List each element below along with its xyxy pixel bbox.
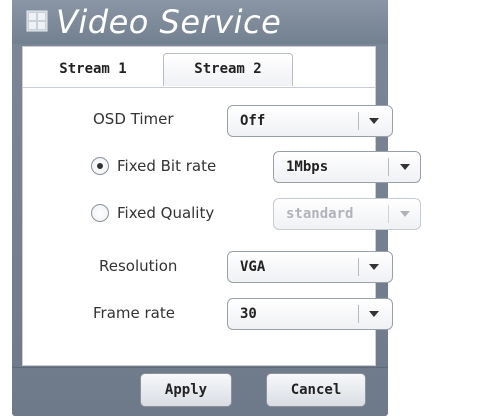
- dialog-title: Video Service: [56, 3, 282, 41]
- chevron-down-icon: [369, 311, 379, 317]
- cancel-button[interactable]: Cancel: [266, 373, 366, 407]
- resolution-select[interactable]: VGA: [227, 251, 393, 283]
- chevron-down-icon: [400, 211, 410, 217]
- dialog-content: Stream 1 Stream 2 OSD Timer Off Fixed Bi…: [22, 46, 421, 366]
- resolution-label: Resolution: [99, 257, 178, 275]
- osd-timer-label: OSD Timer: [93, 110, 174, 128]
- chevron-down-icon: [400, 164, 410, 170]
- grid-icon: [26, 10, 48, 32]
- frame-rate-select[interactable]: 30: [227, 298, 393, 330]
- chevron-down-icon: [369, 118, 379, 124]
- chevron-down-icon: [369, 264, 379, 270]
- resolution-value: VGA: [240, 259, 266, 275]
- footer-divider: [12, 367, 388, 368]
- fixed-bit-rate-label: Fixed Bit rate: [117, 157, 217, 175]
- fixed-quality-radio[interactable]: [91, 204, 109, 222]
- osd-timer-value: Off: [240, 113, 266, 129]
- dialog-header: Video Service: [12, 0, 388, 44]
- tab-stream-2[interactable]: Stream 2: [163, 53, 293, 86]
- bit-rate-select[interactable]: 1Mbps: [273, 151, 421, 183]
- tab-bar: Stream 1 Stream 2: [23, 47, 375, 88]
- radio-selected-dot: [97, 163, 103, 169]
- quality-value: standard: [286, 206, 354, 222]
- osd-timer-select[interactable]: Off: [227, 105, 393, 137]
- frame-rate-label: Frame rate: [93, 304, 175, 322]
- apply-button[interactable]: Apply: [140, 373, 232, 407]
- quality-select[interactable]: standard: [273, 198, 421, 230]
- fixed-bit-rate-radio[interactable]: [91, 157, 109, 175]
- bit-rate-value: 1Mbps: [286, 159, 329, 175]
- tab-stream-1[interactable]: Stream 1: [33, 53, 153, 86]
- frame-rate-value: 30: [240, 306, 257, 322]
- video-service-dialog: Video Service Stream 1 Stream 2 OSD Time…: [12, 0, 421, 416]
- fixed-quality-label: Fixed Quality: [117, 204, 215, 222]
